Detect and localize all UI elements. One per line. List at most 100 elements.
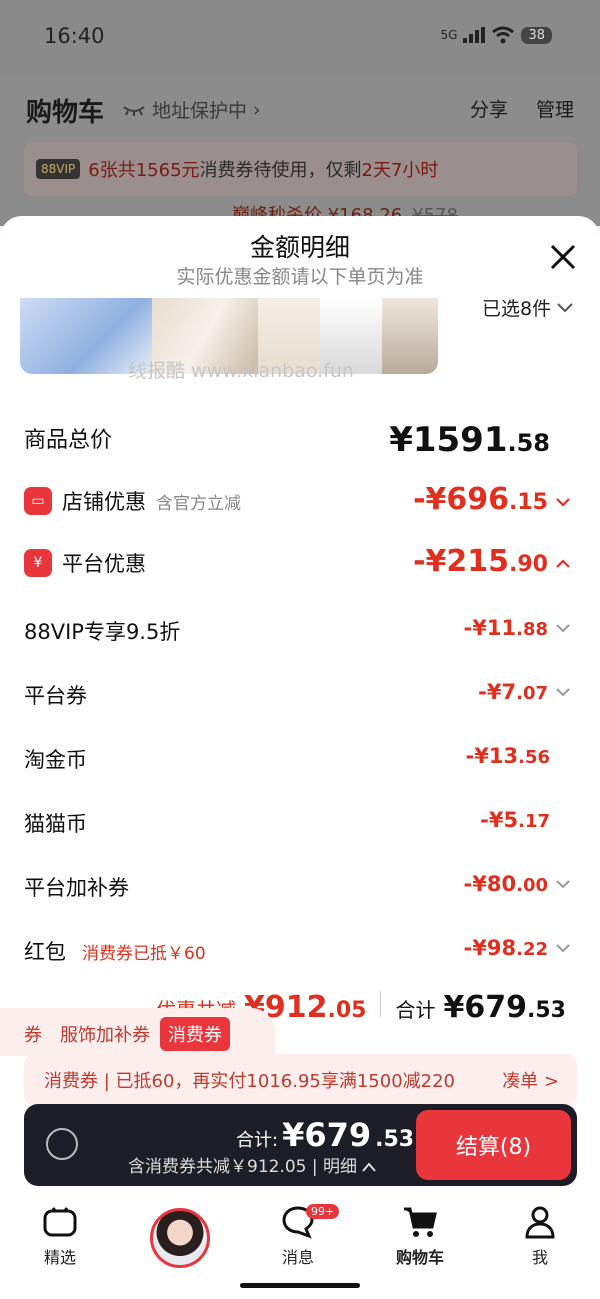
platform-discount-value: -¥215.90 bbox=[413, 544, 570, 579]
selected-count[interactable]: 已选8件 bbox=[482, 294, 573, 321]
checkout-total-int: ¥679 bbox=[282, 1116, 372, 1154]
vip-int: -¥11 bbox=[463, 616, 517, 640]
vip-dec: .88 bbox=[516, 619, 548, 640]
bonus-coupon-label: 平台加补券 bbox=[24, 876, 129, 900]
cart-icon bbox=[404, 1207, 437, 1237]
status-time: 16:40 bbox=[44, 24, 105, 48]
taojin-dec: .56 bbox=[518, 747, 550, 768]
total-int: ¥1591 bbox=[389, 420, 508, 460]
coupon-icon: ¥ bbox=[24, 549, 52, 577]
vip-coupon-count: 6张共1565元 bbox=[88, 160, 200, 181]
maomao-value: -¥5.17 bbox=[480, 808, 550, 832]
store-icon: ▭ bbox=[24, 487, 52, 515]
platform-dec: .90 bbox=[509, 552, 548, 577]
avatar-live[interactable] bbox=[150, 1208, 210, 1268]
row-platform-coupon[interactable]: 平台券 -¥7.07 bbox=[0, 676, 600, 716]
chevron-down-icon bbox=[556, 880, 570, 889]
platform-int: -¥215 bbox=[413, 544, 510, 579]
signal-icon bbox=[463, 27, 486, 43]
vip-coupon-remaining: 2天7小时 bbox=[361, 160, 439, 181]
nav-me[interactable]: 我 bbox=[490, 1200, 590, 1268]
promo-text: 消费券 | 已抵60，再实付1016.95享满1500减220 bbox=[44, 1071, 456, 1092]
checkout-total-dec: .53 bbox=[375, 1127, 415, 1152]
total-summary-label: 合计 bbox=[395, 998, 436, 1022]
close-icon[interactable] bbox=[548, 242, 578, 272]
watermark: 线报酷 www.xianbao.fun bbox=[128, 360, 354, 382]
closed-eye-icon bbox=[123, 105, 145, 116]
product-thumb bbox=[382, 298, 438, 374]
checkout-total: 合计: ¥679.53 bbox=[236, 1116, 414, 1154]
chevron-down-icon bbox=[556, 944, 570, 953]
chevron-down-icon bbox=[557, 302, 573, 312]
vip-tag: 88VIP bbox=[36, 159, 81, 179]
bonus-coupon-value: -¥80.00 bbox=[464, 872, 570, 896]
tag-consumer-coupon[interactable]: 消费券 bbox=[160, 1017, 230, 1051]
manage-button[interactable]: 管理 bbox=[536, 95, 574, 122]
bonus-int: -¥80 bbox=[463, 872, 517, 896]
redpack-value: -¥98.22 bbox=[464, 936, 570, 960]
selected-label: 已选8件 bbox=[482, 298, 552, 320]
row-bonus-coupon[interactable]: 平台加补券 -¥80.00 bbox=[0, 868, 600, 908]
row-maomao: 猫猫币 -¥5.17 bbox=[0, 804, 600, 844]
redpack-label-text: 红包 bbox=[24, 940, 66, 964]
page-title: 购物车 bbox=[26, 98, 105, 128]
platform-coupon-label: 平台券 bbox=[24, 684, 87, 708]
status-icons: 5G 38 bbox=[441, 26, 552, 44]
nav-messages[interactable]: 99+ 消息 bbox=[248, 1200, 348, 1268]
total-dec: .58 bbox=[507, 429, 550, 457]
row-platform-discount[interactable]: ¥ 平台优惠 -¥215.90 bbox=[0, 544, 600, 584]
maomao-dec: .17 bbox=[518, 811, 550, 832]
taojin-value: -¥13.56 bbox=[466, 744, 550, 768]
checkout-button[interactable]: 结算(8) bbox=[416, 1110, 571, 1180]
nav-featured[interactable]: 精选 bbox=[10, 1200, 110, 1268]
promo-banner[interactable]: 消费券 | 已抵60，再实付1016.95享满1500减220 凑单 > bbox=[24, 1054, 577, 1106]
tag-apparel-coupon[interactable]: 服饰加补券 bbox=[60, 1021, 150, 1047]
taojin-label: 淘金币 bbox=[24, 748, 87, 772]
discount-summary-dec: .05 bbox=[327, 998, 367, 1023]
total-summary-dec: .53 bbox=[526, 998, 566, 1023]
row-88vip[interactable]: 88VIP专享9.5折 -¥11.88 bbox=[0, 612, 600, 652]
sheet-title: 金额明细 bbox=[249, 233, 350, 262]
divider bbox=[380, 991, 382, 1017]
bonus-dec: .00 bbox=[516, 875, 548, 896]
row-redpack[interactable]: 红包 消费券已抵￥60 -¥98.22 bbox=[0, 932, 600, 972]
maomao-int: -¥5 bbox=[480, 808, 519, 832]
store-discount-label: ▭ 店铺优惠 含官方立减 bbox=[24, 486, 241, 516]
row-total: 商品总价 ¥1591.58 bbox=[0, 420, 600, 460]
store-label-text: 店铺优惠 bbox=[62, 490, 146, 514]
total-value: ¥1591.58 bbox=[389, 420, 550, 460]
select-all-radio[interactable] bbox=[46, 1128, 78, 1160]
row-store-discount[interactable]: ▭ 店铺优惠 含官方立减 -¥696.15 bbox=[0, 482, 600, 522]
vip-coupon-banner[interactable]: 88VIP 6张共1565元 消费券待使用，仅剩 2天7小时 bbox=[24, 142, 577, 196]
sheet-subtitle: 实际优惠金额请以下单页为准 bbox=[176, 266, 424, 288]
total-label: 商品总价 bbox=[24, 428, 113, 453]
store-int: -¥696 bbox=[413, 482, 510, 517]
coupon-tag-row[interactable]: 券 服饰加补券 消费券 bbox=[24, 1014, 284, 1054]
coupon-int: -¥7 bbox=[478, 680, 517, 704]
store-dec: .15 bbox=[509, 490, 548, 515]
checkout-sub-text: 含消费券共减￥912.05 | 明细 bbox=[128, 1157, 358, 1177]
platform-coupon-value: -¥7.07 bbox=[478, 680, 570, 704]
redpack-int: -¥98 bbox=[463, 936, 517, 960]
tag-coupon[interactable]: 券 bbox=[24, 1021, 42, 1047]
address-protection[interactable]: 地址保护中 › bbox=[122, 96, 261, 123]
checkout-detail-link[interactable]: 含消费券共减￥912.05 | 明细 bbox=[128, 1152, 377, 1177]
nav-messages-label: 消息 bbox=[281, 1248, 314, 1267]
add-items-link[interactable]: 凑单 > bbox=[502, 1067, 559, 1093]
redpack-note: 消费券已抵￥60 bbox=[82, 943, 206, 964]
store-discount-value: -¥696.15 bbox=[413, 482, 570, 517]
chevron-down-icon bbox=[556, 624, 570, 633]
message-badge: 99+ bbox=[306, 1204, 340, 1219]
chevron-up-icon bbox=[362, 1162, 377, 1172]
coupon-dec: .07 bbox=[516, 683, 548, 704]
share-button[interactable]: 分享 bbox=[470, 95, 508, 122]
redpack-dec: .22 bbox=[516, 939, 548, 960]
wifi-icon bbox=[492, 26, 515, 44]
nav-featured-label: 精选 bbox=[43, 1248, 76, 1267]
redpack-label: 红包 消费券已抵￥60 bbox=[24, 936, 206, 966]
nav-cart[interactable]: 购物车 bbox=[370, 1200, 470, 1268]
home-indicator bbox=[240, 1283, 360, 1288]
platform-discount-label: ¥ 平台优惠 bbox=[24, 548, 146, 578]
checkout-total-label: 合计: bbox=[236, 1130, 279, 1151]
platform-label-text: 平台优惠 bbox=[62, 552, 146, 576]
